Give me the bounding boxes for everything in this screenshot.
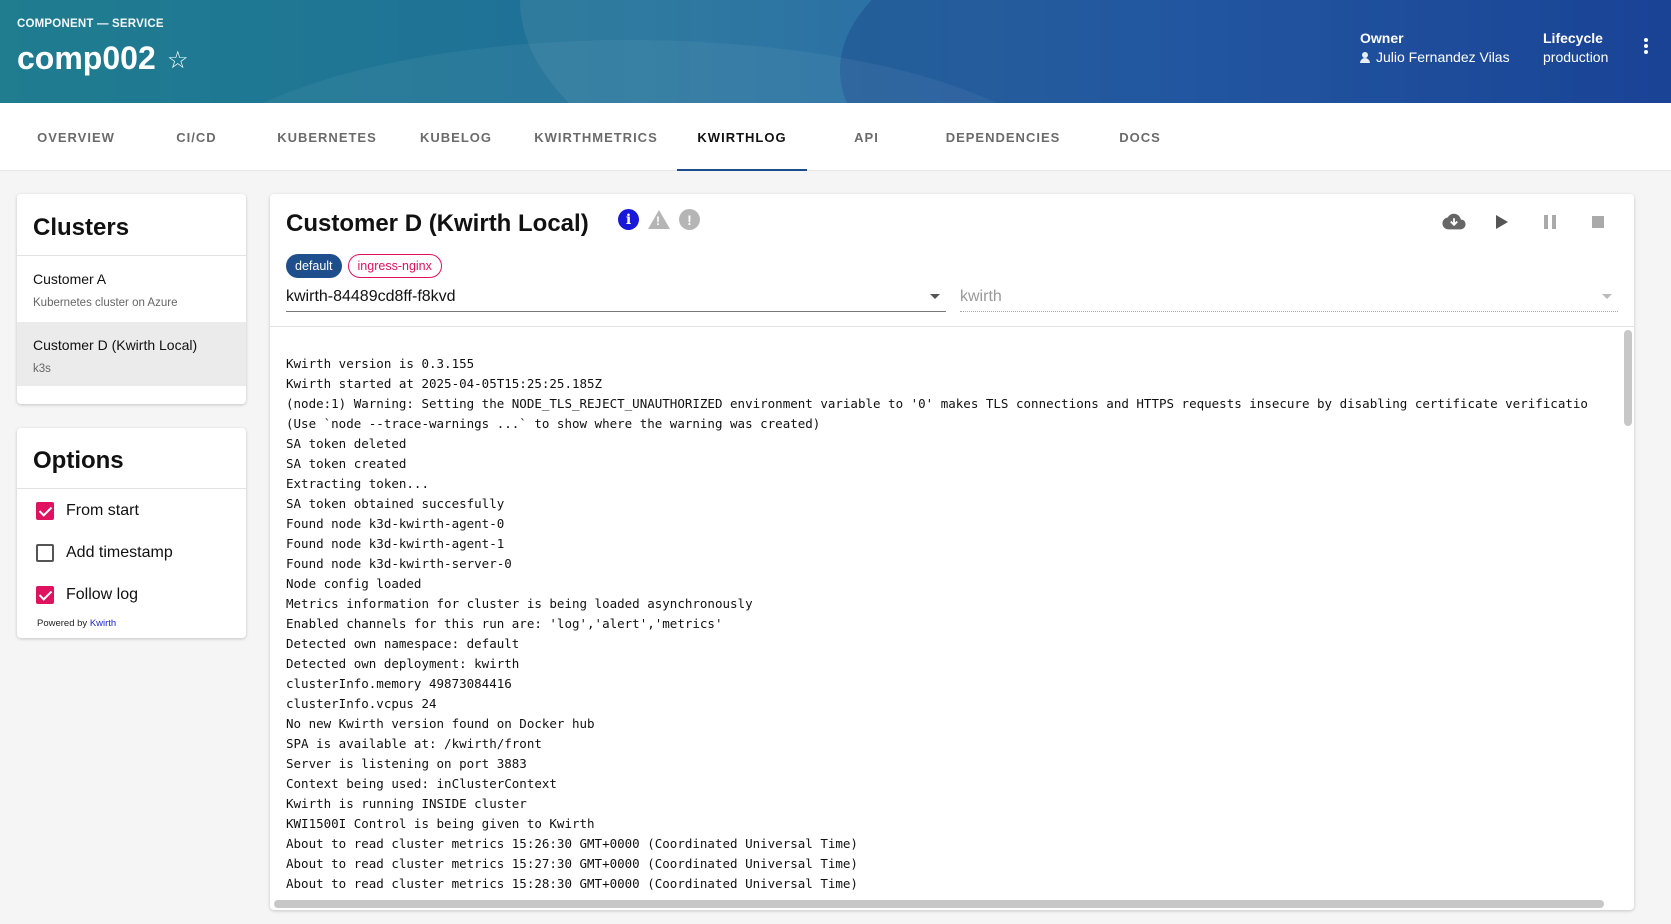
page-title: comp002 (17, 40, 156, 76)
clusters-card: Clusters Customer A Kubernetes cluster o… (17, 194, 246, 404)
owner-label: Owner (1360, 30, 1404, 46)
log-line: (node:1) Warning: Setting the NODE_TLS_R… (286, 396, 1588, 411)
log-line: About to read cluster metrics 15:27:30 G… (286, 856, 858, 871)
log-line: Metrics information for cluster is being… (286, 596, 753, 611)
info-icon[interactable]: i (618, 209, 639, 230)
stop-icon[interactable] (1586, 210, 1610, 234)
vertical-scrollbar[interactable] (1624, 330, 1632, 890)
powered-by-text: Powered by (37, 618, 88, 629)
lifecycle-label: Lifecycle (1543, 30, 1603, 46)
chevron-down-icon (930, 294, 940, 299)
log-line: SA token deleted (286, 436, 407, 451)
checkbox-checked[interactable] (36, 502, 54, 520)
tab-cicd[interactable]: CI/CD (150, 103, 243, 171)
download-icon[interactable] (1442, 210, 1466, 234)
namespace-chips: default ingress-nginx (286, 254, 442, 278)
log-line: Server is listening on port 3883 (286, 756, 527, 771)
option-label: From start (66, 502, 139, 519)
log-viewer-title: Customer D (Kwirth Local) (286, 210, 589, 237)
namespace-chip-default[interactable]: default (286, 254, 342, 278)
log-line: SA token obtained succesfully (286, 496, 505, 511)
option-label: Follow log (66, 586, 139, 603)
tab-docs[interactable]: DOCS (1090, 103, 1190, 171)
log-line: No new Kwirth version found on Docker hu… (286, 716, 595, 731)
log-line: Enabled channels for this run are: 'log'… (286, 616, 723, 631)
kebab-menu-icon[interactable] (1640, 38, 1652, 58)
option-from-start[interactable]: From start (36, 499, 139, 523)
option-follow-log[interactable]: Follow log (36, 583, 138, 607)
page-header: COMPONENT — SERVICE comp002 ☆ Owner Juli… (0, 0, 1671, 103)
log-line: About to read cluster metrics 15:28:30 G… (286, 876, 858, 891)
log-line: Kwirth started at 2025-04-05T15:25:25.18… (286, 376, 603, 391)
log-line: Kwirth version is 0.3.155 (286, 356, 475, 371)
tab-overview[interactable]: OVERVIEW (18, 103, 134, 171)
cluster-name: Customer A (33, 271, 107, 287)
divider (270, 326, 1634, 327)
option-add-timestamp[interactable]: Add timestamp (36, 541, 173, 565)
error-icon[interactable]: ! (679, 209, 700, 230)
cluster-description: Kubernetes cluster on Azure (33, 297, 178, 309)
log-line: clusterInfo.memory 49873084416 (286, 676, 512, 691)
person-icon (1360, 51, 1370, 63)
log-line: SA token created (286, 456, 407, 471)
log-line: SPA is available at: /kwirth/front (286, 736, 542, 751)
owner-name: Julio Fernandez Vilas (1376, 49, 1510, 65)
pause-icon[interactable] (1538, 210, 1562, 234)
checkbox-unchecked[interactable] (36, 544, 54, 562)
namespace-chip-ingress-nginx[interactable]: ingress-nginx (347, 254, 442, 278)
log-line: Detected own deployment: kwirth (286, 656, 520, 671)
container-select-value: kwirth (960, 287, 1002, 305)
option-label: Add timestamp (66, 544, 173, 561)
owner-link[interactable]: Julio Fernandez Vilas (1360, 49, 1510, 65)
tab-dependencies[interactable]: DEPENDENCIES (928, 103, 1078, 171)
log-line: Node config loaded (286, 576, 422, 591)
log-line: Detected own namespace: default (286, 636, 520, 651)
tab-api[interactable]: API (820, 103, 913, 171)
horizontal-scrollbar[interactable] (274, 900, 1620, 908)
log-line: Kwirth is running INSIDE cluster (286, 796, 527, 811)
log-line: clusterInfo.vcpus 24 (286, 696, 437, 711)
warning-icon[interactable] (648, 210, 670, 229)
cluster-item-customer-a[interactable]: Customer A Kubernetes cluster on Azure (17, 256, 246, 320)
entity-kind: COMPONENT — SERVICE (17, 18, 164, 30)
divider (17, 488, 246, 489)
pod-select-value: kwirth-84489cd8ff-f8kvd (286, 287, 456, 305)
log-line: About to read cluster metrics 15:26:30 G… (286, 836, 858, 851)
log-line: KWI1500I Control is being given to Kwirt… (286, 816, 595, 831)
kwirth-link[interactable]: Kwirth (90, 618, 116, 629)
log-line: Found node k3d-kwirth-server-0 (286, 556, 512, 571)
tab-bar: OVERVIEW CI/CD KUBERNETES KUBELOG KWIRTH… (0, 103, 1671, 171)
tab-kwirthlog[interactable]: KWIRTHLOG (677, 103, 807, 171)
star-outline-icon[interactable]: ☆ (167, 46, 189, 75)
cluster-name: Customer D (Kwirth Local) (33, 337, 198, 353)
cluster-description: k3s (33, 363, 51, 375)
powered-by: Powered by Kwirth (37, 618, 116, 629)
status-icons: i ! (618, 209, 700, 230)
options-card: Options From start Add timestamp Follow … (17, 428, 246, 638)
options-title: Options (33, 447, 124, 474)
log-line: Found node k3d-kwirth-agent-1 (286, 536, 505, 551)
cluster-item-customer-d[interactable]: Customer D (Kwirth Local) k3s (17, 322, 246, 386)
checkbox-checked[interactable] (36, 586, 54, 604)
log-line: Extracting token... (286, 476, 429, 491)
play-icon[interactable] (1490, 210, 1514, 234)
log-actions (1442, 210, 1610, 234)
log-line: (Use `node --trace-warnings ...` to show… (286, 416, 821, 431)
log-viewer-card: Customer D (Kwirth Local) i ! default in… (270, 194, 1634, 910)
tab-kubelog[interactable]: KUBELOG (405, 103, 507, 171)
log-line: Found node k3d-kwirth-agent-0 (286, 516, 505, 531)
pod-select[interactable]: kwirth-84489cd8ff-f8kvd (286, 282, 946, 312)
log-line: Context being used: inClusterContext (286, 776, 557, 791)
tab-kubernetes[interactable]: KUBERNETES (262, 103, 392, 171)
tab-kwirthmetrics[interactable]: KWIRTHMETRICS (525, 103, 667, 171)
clusters-title: Clusters (33, 214, 130, 241)
container-select[interactable]: kwirth (960, 282, 1618, 312)
log-output: Kwirth version is 0.3.155 Kwirth started … (286, 354, 1606, 894)
chevron-down-icon (1602, 294, 1612, 299)
lifecycle-value: production (1543, 49, 1609, 65)
